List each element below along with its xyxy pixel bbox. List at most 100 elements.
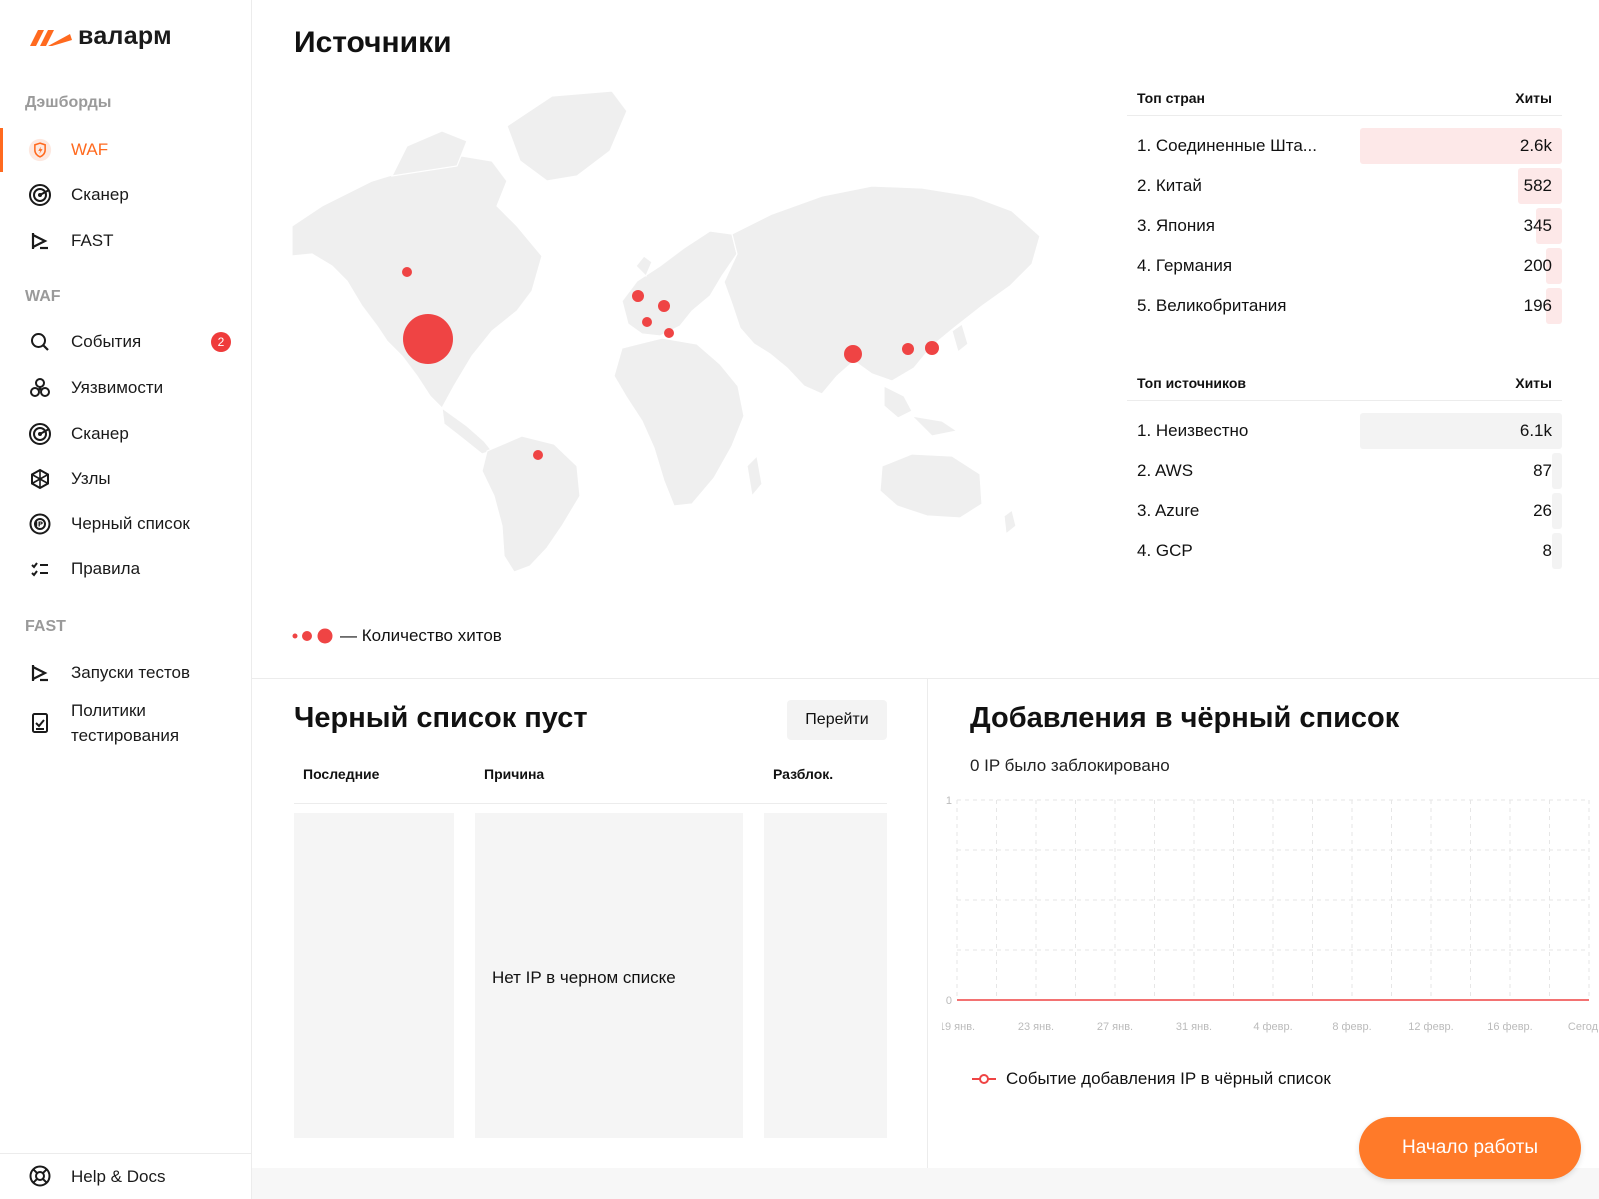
hit-marker-usa[interactable]	[403, 314, 453, 364]
hit-marker-brazil[interactable]	[533, 450, 543, 460]
top-country-label: 1. Соединенные Шта...	[1137, 136, 1317, 155]
chart-xtick-label: 19 янв.	[942, 1021, 975, 1033]
skeleton-column-recent	[294, 813, 454, 1138]
brand-logo[interactable]: валарм	[28, 20, 172, 52]
sidebar-item-events[interactable]: События 2	[0, 320, 251, 364]
policy-icon	[28, 711, 52, 735]
chart-xtick-label: 12 февр.	[1408, 1021, 1453, 1033]
top-source-label: 1. Неизвестно	[1137, 421, 1249, 440]
sidebar-item-nodes[interactable]: Узлы	[0, 457, 251, 501]
column-header-unblock[interactable]: Разблок.	[773, 766, 833, 782]
top-countries-header: Топ стран Хиты	[1127, 80, 1562, 116]
top-countries-table: Топ стран Хиты 1. Соединенные Шта... 2.6k…	[1127, 80, 1562, 326]
sidebar-item-test-policies[interactable]: Политики тестирования	[0, 696, 251, 750]
hit-marker-italy[interactable]	[664, 328, 674, 338]
chart-xtick-label: 4 февр.	[1253, 1021, 1292, 1033]
hit-marker-japan[interactable]	[925, 341, 939, 355]
svg-text:IP: IP	[35, 521, 43, 529]
column-header-recent[interactable]: Последние	[303, 766, 379, 782]
top-source-bar	[1552, 453, 1562, 489]
additions-title: Добавления в чёрный список	[970, 702, 1400, 734]
hit-marker-canada[interactable]	[402, 267, 412, 277]
help-docs-link[interactable]: Help & Docs	[0, 1153, 251, 1199]
sidebar-item-dashboard-scanner[interactable]: Сканер	[0, 173, 251, 217]
sidebar-item-label: Сканер	[71, 185, 129, 204]
sidebar-item-label: Сканер	[71, 424, 129, 443]
top-sources-header: Топ источников Хиты	[1127, 365, 1562, 401]
sidebar-item-waf-scanner[interactable]: Сканер	[0, 412, 251, 456]
column-header-reason[interactable]: Причина	[484, 766, 544, 782]
hit-marker-china[interactable]	[844, 345, 862, 363]
go-to-blacklist-button[interactable]: Перейти	[787, 700, 887, 740]
biohazard-icon	[28, 376, 52, 400]
fast-icon	[28, 229, 52, 253]
chart-ytick-label: 0	[946, 995, 952, 1007]
top-country-value: 582	[1523, 176, 1552, 195]
sidebar-item-dashboard-fast[interactable]: FAST	[0, 219, 251, 263]
hits-legend-label: — Количество хитов	[340, 626, 502, 645]
chart-legend: Событие добавления IP в чёрный список	[972, 1069, 1331, 1089]
sidebar-item-dashboard-waf[interactable]: WAF	[0, 128, 251, 172]
top-country-row[interactable]: 4. Германия 200	[1127, 246, 1562, 286]
sidebar-item-label: FAST	[71, 231, 114, 250]
shield-icon	[28, 138, 52, 162]
additions-subtitle: 0 IP было заблокировано	[970, 756, 1170, 775]
top-source-label: 2. AWS	[1137, 461, 1194, 480]
top-source-row[interactable]: 4. GCP 8	[1127, 531, 1562, 571]
get-started-button[interactable]: Начало работы	[1359, 1117, 1581, 1179]
nav-section-dashboards: Дэшборды	[25, 94, 112, 111]
top-source-row[interactable]: 1. Неизвестно 6.1k	[1127, 411, 1562, 451]
chart-legend-label: Событие добавления IP в чёрный список	[1006, 1069, 1331, 1088]
hits-legend: — Количество хитов	[292, 626, 502, 646]
top-source-row[interactable]: 2. AWS 87	[1127, 451, 1562, 491]
top-source-label: 3. Azure	[1137, 501, 1200, 520]
top-source-row[interactable]: 3. Azure 26	[1127, 491, 1562, 531]
sources-title: Источники	[294, 26, 452, 59]
top-sources-table: Топ источников Хиты 1. Неизвестно 6.1k 2. …	[1127, 365, 1562, 571]
world-map[interactable]	[291, 86, 1052, 586]
main-content: Источники — Количество хитов Топ стран Х…	[252, 0, 1599, 1199]
hit-marker-france[interactable]	[642, 317, 652, 327]
hits-size-legend-icon	[292, 628, 333, 644]
sidebar-item-label: Запуски тестов	[71, 663, 191, 682]
top-source-value: 8	[1542, 541, 1552, 560]
top-country-row[interactable]: 5. Великобритания 196	[1127, 286, 1562, 326]
sidebar-item-label: Правила	[71, 559, 141, 578]
sidebar-item-label: Черный список	[71, 514, 190, 533]
sidebar-item-label: События	[71, 332, 142, 351]
top-country-label: 4. Германия	[1137, 256, 1233, 275]
rules-icon	[28, 557, 52, 581]
sidebar-item-test-runs[interactable]: Запуски тестов	[0, 651, 251, 695]
hit-marker-uk[interactable]	[632, 290, 644, 302]
top-sources-title: Топ источников	[1137, 374, 1247, 391]
sidebar-item-vulnerabilities[interactable]: Уязвимости	[0, 366, 251, 410]
nav-section-fast: FAST	[25, 618, 66, 635]
top-country-row[interactable]: 3. Япония 345	[1127, 206, 1562, 246]
top-source-value: 6.1k	[1519, 421, 1552, 440]
hit-marker-germany[interactable]	[658, 300, 670, 312]
scanner-icon	[28, 183, 52, 207]
top-country-value: 196	[1523, 296, 1552, 315]
top-country-label: 3. Япония	[1137, 216, 1215, 235]
top-source-label: 4. GCP	[1137, 541, 1193, 560]
sidebar-item-label: WAF	[71, 140, 109, 159]
chart-ytick-label: 1	[946, 795, 952, 807]
sidebar-item-label: Уязвимости	[71, 378, 164, 397]
chart-xtick-label: 27 янв.	[1097, 1021, 1133, 1033]
help-docs-label: Help & Docs	[71, 1166, 166, 1186]
blacklist-additions-chart[interactable]: 0 1 19 янв. 23 янв. 27 янв. 31 янв. 4 февр. 8 ф…	[942, 790, 1598, 1050]
top-source-value: 26	[1533, 501, 1552, 520]
column-divider	[927, 678, 928, 1168]
events-count-badge: 2	[211, 332, 231, 352]
skeleton-column-unblock	[764, 813, 887, 1138]
top-country-value: 345	[1523, 216, 1552, 235]
chart-xtick-label: 31 янв.	[1176, 1021, 1212, 1033]
top-country-value: 200	[1523, 256, 1552, 275]
sidebar-item-blacklist[interactable]: IP Черный список	[0, 502, 251, 546]
top-country-row[interactable]: 1. Соединенные Шта... 2.6k	[1127, 126, 1562, 166]
chart-xtick-label: 23 янв.	[1018, 1021, 1054, 1033]
top-country-row[interactable]: 2. Китай 582	[1127, 166, 1562, 206]
sidebar-item-label: Узлы	[71, 469, 111, 488]
sidebar-item-rules[interactable]: Правила	[0, 547, 251, 591]
hit-marker-korea[interactable]	[902, 343, 914, 355]
